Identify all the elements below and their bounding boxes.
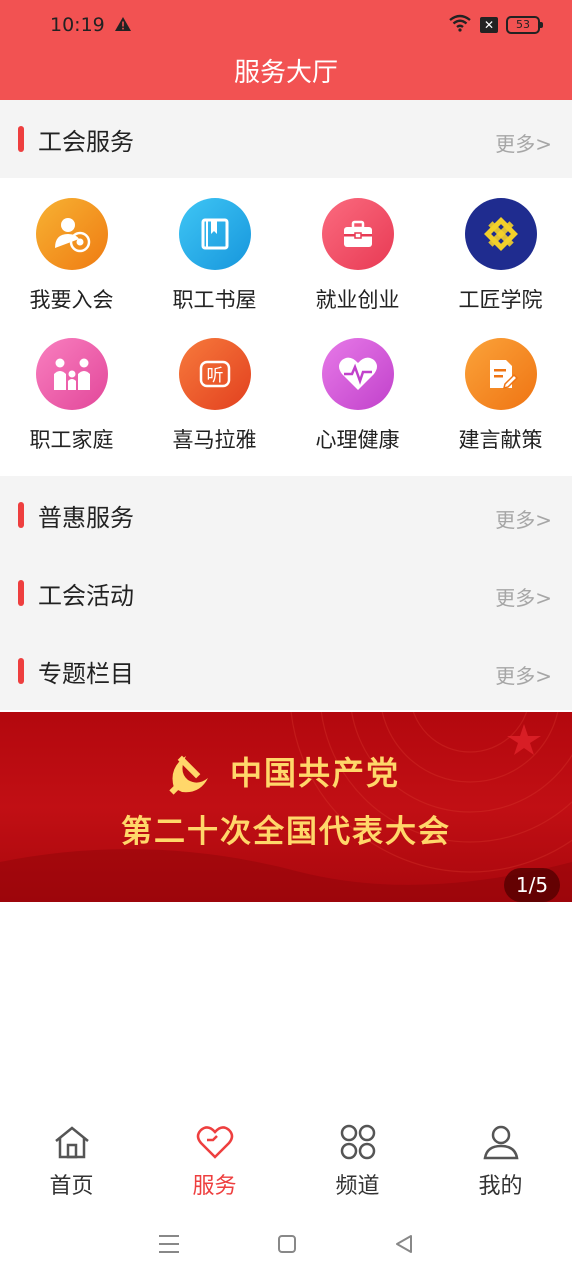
suggestion-icon [464, 338, 537, 410]
section-header-union-services: 工会服务 更多> [0, 100, 572, 178]
service-grid: 我要入会 职工书屋 就业创业 工匠学院 职工家庭 听 喜马拉雅 心理健康 建言献… [0, 180, 572, 476]
banner-title-line1: 中国共产党 [230, 754, 401, 792]
system-nav-bar [0, 1212, 572, 1280]
banner-title-line2: 第二十次全国代表大会 [121, 814, 451, 850]
academy-logo-icon [464, 198, 537, 270]
tab-label: 频道 [335, 1174, 380, 1199]
section-title: 专题栏目 [38, 660, 134, 688]
tab-mine[interactable]: 我的 [429, 1110, 572, 1210]
banner-page-indicator: 1/5 [504, 868, 560, 902]
tab-label: 服务 [192, 1174, 237, 1199]
wifi-icon [448, 14, 472, 36]
profile-icon [481, 1125, 521, 1164]
menu-icon[interactable] [157, 1233, 181, 1259]
tab-label: 我的 [478, 1174, 523, 1199]
section-accent-bar [18, 580, 24, 606]
service-item-academy[interactable]: 工匠学院 [429, 180, 572, 320]
section-header-activities: 工会活动 更多> [0, 554, 572, 632]
section-accent-bar [18, 502, 24, 528]
section-title: 工会活动 [38, 582, 134, 610]
ximalaya-icon: 听 [178, 338, 251, 410]
service-label: 建言献策 [458, 428, 543, 452]
heart-icon [195, 1126, 235, 1164]
home-square-icon[interactable] [276, 1233, 298, 1259]
service-label: 工匠学院 [458, 288, 543, 312]
service-label: 喜马拉雅 [172, 428, 257, 452]
more-link[interactable]: 更多> [495, 660, 552, 689]
service-item-join[interactable]: 我要入会 [0, 180, 143, 320]
service-item-suggestion[interactable]: 建言献策 [429, 320, 572, 460]
tab-label: 首页 [49, 1174, 94, 1199]
service-label: 心理健康 [315, 428, 400, 452]
service-label: 职工书屋 [172, 288, 257, 312]
section-title: 普惠服务 [38, 504, 134, 532]
member-icon [35, 198, 108, 270]
section-accent-bar [18, 658, 24, 684]
book-icon [178, 198, 251, 270]
service-item-mental-health[interactable]: 心理健康 [286, 320, 429, 460]
service-label: 我要入会 [29, 288, 114, 312]
top-bar: 10:19 ✕ 53 服务大厅 [0, 0, 572, 100]
tab-services[interactable]: 服务 [143, 1110, 286, 1210]
svg-text:听: 听 [206, 366, 223, 386]
service-item-ximalaya[interactable]: 听 喜马拉雅 [143, 320, 286, 460]
section-title: 工会服务 [38, 128, 134, 156]
warning-icon [114, 16, 132, 36]
section-header-topics: 专题栏目 更多> [0, 632, 572, 710]
service-label: 就业创业 [315, 288, 400, 312]
more-link[interactable]: 更多> [495, 582, 552, 611]
family-icon [35, 338, 108, 410]
party-emblem-icon [164, 748, 214, 802]
tab-channels[interactable]: 频道 [286, 1110, 429, 1210]
service-label: 职工家庭 [29, 428, 114, 452]
bottom-tab-bar: 首页 服务 频道 我的 [0, 1110, 572, 1210]
banner-carousel[interactable]: 中国共产党 第二十次全国代表大会 1/5 [0, 712, 572, 902]
back-triangle-icon[interactable] [393, 1233, 415, 1259]
tab-home[interactable]: 首页 [0, 1110, 143, 1210]
service-item-bookhouse[interactable]: 职工书屋 [143, 180, 286, 320]
status-bar: 10:19 ✕ 53 [0, 0, 572, 50]
more-link[interactable]: 更多> [495, 504, 552, 533]
section-accent-bar [18, 126, 24, 152]
service-item-family[interactable]: 职工家庭 [0, 320, 143, 460]
briefcase-icon [321, 198, 394, 270]
more-link[interactable]: 更多> [495, 128, 552, 157]
heart-pulse-icon [321, 338, 394, 410]
page-title: 服务大厅 [233, 58, 338, 88]
no-sim-icon: ✕ [480, 17, 498, 33]
home-icon [52, 1126, 92, 1164]
service-item-employment[interactable]: 就业创业 [286, 180, 429, 320]
channels-icon [338, 1124, 378, 1164]
battery-icon: 53 [506, 16, 543, 34]
section-header-benefits: 普惠服务 更多> [0, 476, 572, 554]
status-time: 10:19 [50, 14, 105, 36]
